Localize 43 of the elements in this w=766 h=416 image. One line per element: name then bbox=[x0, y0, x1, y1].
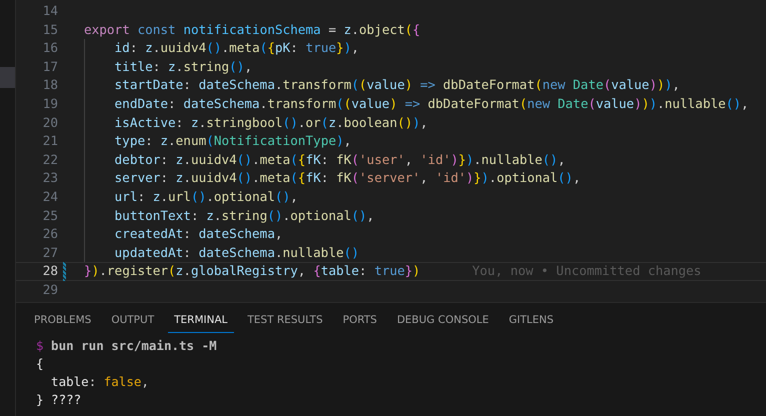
line-number: 26 bbox=[42, 225, 58, 244]
code-line: url: z.url().optional(), bbox=[114, 188, 298, 206]
line-number: 16 bbox=[42, 39, 58, 58]
line-number: 14 bbox=[42, 2, 58, 20]
code-line: id: z.uuidv4().meta({pK: true}), bbox=[114, 39, 360, 58]
code-line: server: z.uuidv4().meta({fK: fK('server', 'id')}).optional(), bbox=[114, 169, 581, 188]
panel-tab[interactable]: DEBUG CONSOLE bbox=[390, 309, 495, 333]
line-number: 25 bbox=[42, 206, 58, 225]
code-line: isActive: z.stringbool().or(z.boolean()), bbox=[114, 114, 428, 132]
panel-tab[interactable]: OUTPUT bbox=[105, 309, 160, 333]
code-line: export const notificationSchema = z.object({ bbox=[84, 20, 420, 39]
line-number: 20 bbox=[42, 114, 58, 132]
panel-tab[interactable]: PROBLEMS bbox=[28, 309, 98, 333]
panel-tab[interactable]: TEST RESULTS bbox=[242, 309, 329, 333]
code-line: createdAt: dateSchema, bbox=[114, 225, 283, 244]
terminal-line: table: false, bbox=[50, 373, 150, 391]
code-line: title: z.string(), bbox=[114, 58, 252, 76]
code-line: updatedAt: dateSchema.nullable() bbox=[114, 244, 359, 262]
panel-tab[interactable]: PORTS bbox=[336, 309, 383, 333]
panel-tab[interactable]: TERMINAL bbox=[168, 309, 234, 333]
line-number: 27 bbox=[42, 244, 58, 262]
blame-annotation: You, now • Uncommitted changes bbox=[472, 262, 702, 280]
terminal-line: $ bun run src/main.ts -M bbox=[36, 337, 218, 355]
code-line: buttonText: z.string().optional(), bbox=[114, 206, 374, 225]
line-number: 19 bbox=[42, 94, 58, 113]
line-number: 21 bbox=[42, 132, 58, 150]
panel-tab[interactable]: GITLENS bbox=[502, 309, 560, 333]
terminal-line: { bbox=[36, 355, 45, 373]
code-line: endDate: dateSchema.transform((value) => dbDateFormat(new Date(value))).nullable(), bbox=[114, 94, 749, 113]
line-number: 23 bbox=[42, 169, 58, 188]
code-line: debtor: z.uuidv4().meta({fK: fK('user', 'id')}).nullable(), bbox=[114, 150, 566, 169]
line-number: 15 bbox=[42, 20, 58, 39]
terminal-line: } ???? bbox=[36, 391, 82, 409]
line-number: 18 bbox=[42, 76, 58, 94]
code-line: type: z.enum(NotificationType), bbox=[114, 132, 352, 150]
sidebar-highlight bbox=[0, 67, 15, 88]
line-number: 24 bbox=[42, 188, 58, 206]
line-number: 29 bbox=[42, 280, 58, 299]
code-line: }).register(z.globalRegistry, {table: true}) bbox=[84, 262, 420, 280]
line-number: 22 bbox=[42, 150, 58, 169]
line-number: 28 bbox=[42, 262, 58, 280]
line-number: 17 bbox=[42, 58, 58, 76]
code-line: startDate: dateSchema.transform((value) => dbDateFormat(new Date(value))), bbox=[114, 76, 680, 94]
